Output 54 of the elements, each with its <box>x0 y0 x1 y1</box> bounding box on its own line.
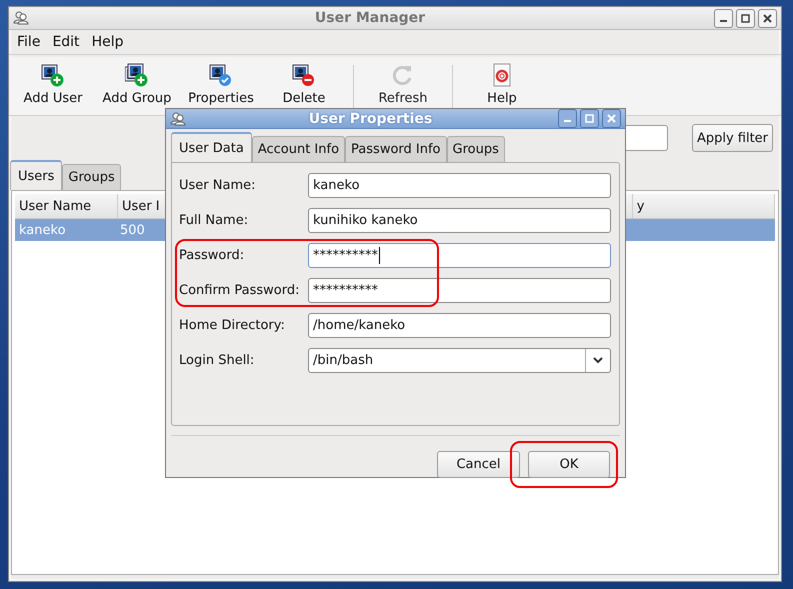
tab[interactable]: Users <box>10 160 62 190</box>
table-cell-text: kaneko <box>18 222 67 238</box>
column-header[interactable]: y <box>632 194 775 218</box>
tab[interactable]: Password Info <box>345 136 447 162</box>
toolbar-button[interactable]: Help <box>461 63 543 106</box>
dialog-button[interactable]: OK <box>528 451 610 478</box>
input-field[interactable]: /home/kaneko <box>308 313 611 338</box>
maximize-icon <box>741 14 750 22</box>
maximize-button[interactable] <box>736 8 755 28</box>
menu-item[interactable]: File <box>11 34 46 50</box>
person-plus-icon <box>41 63 65 87</box>
field-label: Password: <box>179 248 246 263</box>
field-label: Home Directory: <box>179 318 286 333</box>
toolbar-button[interactable]: Delete <box>263 63 345 106</box>
tab[interactable]: User Data <box>171 132 252 162</box>
minimize-icon <box>564 120 571 122</box>
toolbar-button[interactable]: Properties <box>180 63 262 106</box>
toolbar-button[interactable]: Add Group <box>95 63 179 106</box>
person-check-icon <box>209 63 233 87</box>
tab[interactable]: Groups <box>446 136 505 162</box>
minimize-button[interactable] <box>558 109 577 128</box>
person-minus-icon <box>292 63 316 87</box>
people-plus-icon <box>125 63 149 87</box>
tab[interactable]: Groups <box>62 164 121 190</box>
column-header[interactable]: User Name <box>15 194 118 218</box>
window-title: User Manager <box>314 10 426 26</box>
input-field[interactable]: kunihiko kaneko <box>308 208 611 233</box>
input-field[interactable]: ********** <box>308 243 611 268</box>
close-button[interactable] <box>758 8 777 28</box>
close-icon <box>763 14 772 22</box>
menu-item[interactable]: Help <box>86 34 130 50</box>
minimize-icon <box>720 20 727 22</box>
toolbar-button[interactable]: Add User <box>12 63 94 106</box>
field-label: User Name: <box>179 178 256 193</box>
menu-item[interactable]: Edit <box>46 34 86 50</box>
minimize-button[interactable] <box>714 8 733 28</box>
apply-filter-button[interactable]: Apply filter <box>692 124 773 152</box>
field-label: Login Shell: <box>179 353 256 368</box>
close-icon <box>607 114 616 123</box>
users-icon <box>170 112 186 126</box>
close-button[interactable] <box>602 109 621 128</box>
tab[interactable]: Account Info <box>252 136 346 162</box>
field-label: Full Name: <box>179 213 250 228</box>
field-label: Confirm Password: <box>179 283 300 298</box>
shell-combo-box[interactable]: /bin/bash <box>308 348 611 373</box>
maximize-button[interactable] <box>580 109 599 128</box>
maximize-icon <box>585 114 594 123</box>
users-icon <box>13 11 29 25</box>
table-cell-text: 500 <box>119 222 146 238</box>
input-field[interactable]: ********** <box>308 278 611 303</box>
input-field[interactable]: kaneko <box>308 173 611 198</box>
dialog-title: User Properties <box>308 110 434 126</box>
dialog-button[interactable]: Cancel <box>437 451 520 478</box>
chevron-down-icon <box>593 357 603 364</box>
